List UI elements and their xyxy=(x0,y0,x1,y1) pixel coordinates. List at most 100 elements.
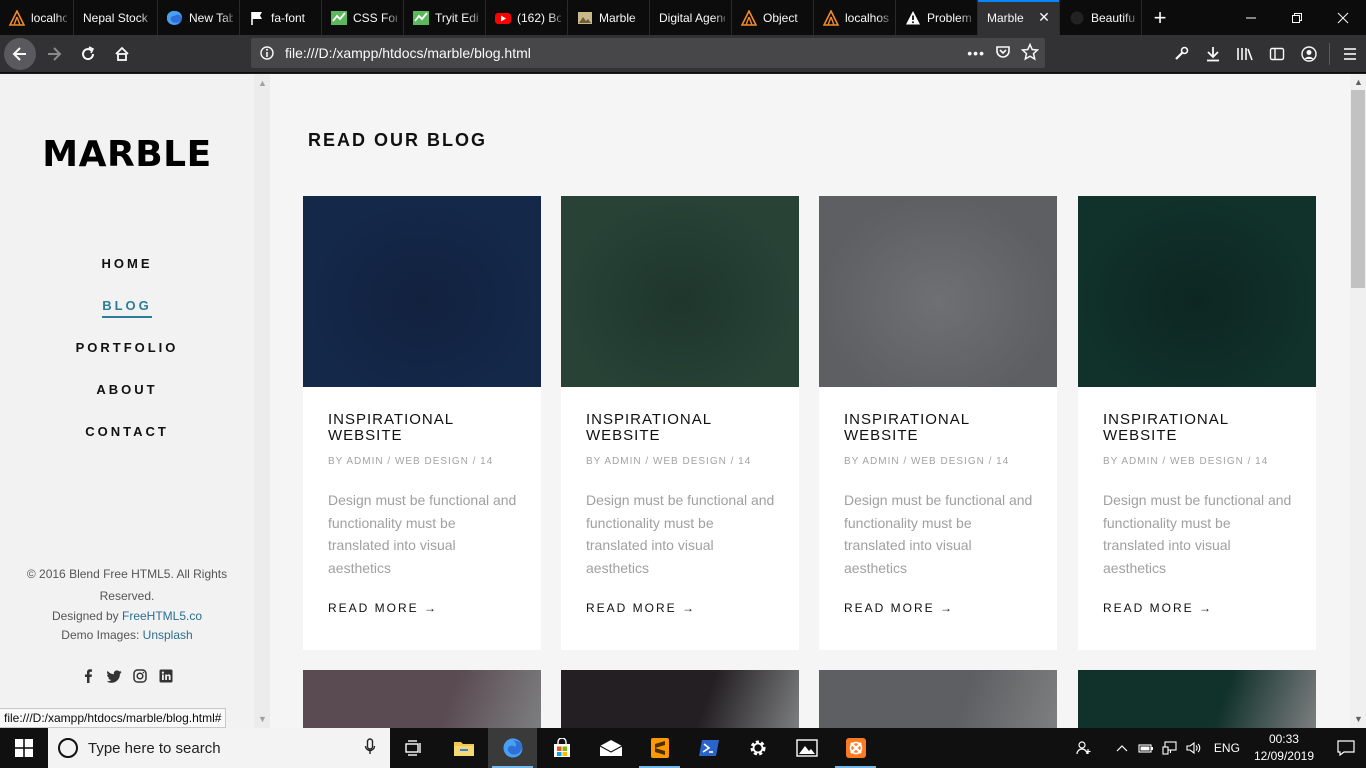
url-text[interactable]: file:///D:/xampp/htdocs/marble/blog.html xyxy=(285,45,531,61)
people-icon[interactable] xyxy=(1072,728,1096,768)
library-icon[interactable] xyxy=(1229,38,1261,70)
account-icon[interactable] xyxy=(1293,38,1325,70)
language-indicator[interactable]: ENG xyxy=(1214,741,1240,755)
microphone-icon[interactable] xyxy=(364,738,376,760)
sidebar-scrollbar[interactable]: ▲ ▼ xyxy=(254,74,270,728)
nav-home[interactable]: HOME xyxy=(0,254,254,296)
nav-about[interactable]: ABOUT xyxy=(0,380,254,422)
read-more-link[interactable]: READ MORE → xyxy=(844,601,1032,615)
browser-tab[interactable]: localhost xyxy=(0,0,74,35)
network-icon[interactable] xyxy=(1158,728,1182,768)
blog-card-image[interactable] xyxy=(561,196,799,387)
info-icon[interactable] xyxy=(253,46,281,60)
settings-gear-icon[interactable] xyxy=(733,728,782,768)
blog-card-image[interactable] xyxy=(303,670,541,728)
store-icon[interactable] xyxy=(537,728,586,768)
scroll-up-icon[interactable]: ▲ xyxy=(1354,77,1363,87)
freehtml5-link[interactable]: FreeHTML5.co xyxy=(122,609,202,623)
mail-icon[interactable] xyxy=(586,728,635,768)
blog-card-image[interactable] xyxy=(819,196,1057,387)
xampp-icon xyxy=(741,9,757,26)
sublime-text-icon[interactable] xyxy=(635,728,684,768)
hamburger-menu-icon[interactable] xyxy=(1334,38,1366,70)
url-bar[interactable]: file:///D:/xampp/htdocs/marble/blog.html… xyxy=(251,38,1045,68)
browser-tab[interactable]: Problem xyxy=(896,0,978,35)
scroll-down-icon[interactable]: ▼ xyxy=(1354,714,1363,724)
battery-icon[interactable] xyxy=(1134,728,1158,768)
close-window-icon[interactable] xyxy=(1320,0,1366,35)
blog-card xyxy=(561,670,799,728)
tab-list: localhost Nepal Stock New Tab fa-font CSS Fo… xyxy=(0,0,1142,35)
scroll-up-icon[interactable]: ▲ xyxy=(258,78,267,88)
demo-images: Demo Images: Unsplash xyxy=(61,628,193,642)
linkedin-icon[interactable] xyxy=(158,668,174,684)
browser-tab[interactable]: Marble xyxy=(568,0,650,35)
blog-card-title[interactable]: INSPIRATIONAL WEBSITE xyxy=(844,412,994,444)
browser-tab[interactable]: New Tab xyxy=(158,0,240,35)
browser-tab[interactable]: CSS Font xyxy=(322,0,404,35)
volume-icon[interactable] xyxy=(1182,728,1206,768)
home-icon[interactable] xyxy=(106,38,138,70)
task-view-icon[interactable] xyxy=(390,728,439,768)
blog-card-title[interactable]: INSPIRATIONAL WEBSITE xyxy=(1103,412,1253,444)
taskbar-search[interactable]: Type here to search xyxy=(48,728,390,768)
clock[interactable]: 00:33 12/09/2019 xyxy=(1254,731,1314,765)
browser-tab[interactable]: Marble ✕ xyxy=(978,0,1060,35)
nav-blog[interactable]: BLOG xyxy=(0,296,254,338)
blog-card-image[interactable] xyxy=(1078,196,1316,387)
unsplash-link[interactable]: Unsplash xyxy=(143,628,193,642)
browser-tab[interactable]: Beautiful xyxy=(1060,0,1142,35)
powershell-icon[interactable] xyxy=(684,728,733,768)
instagram-icon[interactable] xyxy=(132,668,148,684)
browser-tab[interactable]: (162) Bo xyxy=(486,0,568,35)
blog-card-image[interactable] xyxy=(303,196,541,387)
xampp-icon[interactable] xyxy=(831,728,880,768)
browser-tab[interactable]: Digital Agency xyxy=(650,0,732,35)
close-tab-icon[interactable]: ✕ xyxy=(1037,10,1051,24)
read-more-link[interactable]: READ MORE → xyxy=(328,601,516,615)
blog-card-title[interactable]: INSPIRATIONAL WEBSITE xyxy=(328,412,478,444)
firefox-taskbar-icon[interactable] xyxy=(488,728,537,768)
browser-tab[interactable]: localhost xyxy=(814,0,896,35)
photos-icon[interactable] xyxy=(782,728,831,768)
read-more-link[interactable]: READ MORE → xyxy=(586,601,774,615)
new-tab-button[interactable]: + xyxy=(1142,0,1178,35)
minimize-icon[interactable] xyxy=(1228,0,1274,35)
blog-card-image[interactable] xyxy=(1078,670,1316,728)
flag-icon xyxy=(249,10,265,26)
blog-card-title[interactable]: INSPIRATIONAL WEBSITE xyxy=(586,412,736,444)
blog-card-image[interactable] xyxy=(561,670,799,728)
reload-icon[interactable] xyxy=(72,38,104,70)
browser-tab[interactable]: fa-font xyxy=(240,0,322,35)
restore-icon[interactable] xyxy=(1274,0,1320,35)
bookmark-star-icon[interactable] xyxy=(1020,42,1040,64)
browser-tab[interactable]: Nepal Stock xyxy=(74,0,158,35)
facebook-icon[interactable] xyxy=(80,668,96,684)
nav-portfolio[interactable]: PORTFOLIO xyxy=(0,338,254,380)
sidebar-toggle-icon[interactable] xyxy=(1261,38,1293,70)
pocket-icon[interactable] xyxy=(995,44,1011,63)
twitter-icon[interactable] xyxy=(106,668,122,684)
browser-tab[interactable]: Object xyxy=(732,0,814,35)
wrench-icon[interactable] xyxy=(1165,38,1197,70)
site-nav: HOME BLOG PORTFOLIO ABOUT CONTACT xyxy=(0,254,254,464)
chevron-up-icon[interactable] xyxy=(1110,728,1134,768)
nav-contact[interactable]: CONTACT xyxy=(0,422,254,464)
scroll-down-icon[interactable]: ▼ xyxy=(258,714,267,724)
page-actions-icon[interactable]: ••• xyxy=(967,45,985,61)
firefox-icon xyxy=(167,10,183,26)
browser-tab[interactable]: Tryit Editor xyxy=(404,0,486,35)
windows-start-icon[interactable] xyxy=(0,728,48,768)
file-explorer-icon[interactable] xyxy=(439,728,488,768)
read-more-link[interactable]: READ MORE → xyxy=(1103,601,1291,615)
page-scrollbar[interactable]: ▲ ▼ xyxy=(1350,74,1366,728)
blog-card-excerpt: Design must be functional and functional… xyxy=(328,492,517,576)
blog-card-image[interactable] xyxy=(819,670,1057,728)
scrollbar-thumb[interactable] xyxy=(1351,90,1365,288)
back-arrow-icon[interactable] xyxy=(4,37,36,70)
notification-center-icon[interactable] xyxy=(1326,728,1366,768)
forward-arrow-icon[interactable] xyxy=(38,38,70,70)
site-logo[interactable]: MARBLE xyxy=(0,134,254,175)
download-icon[interactable] xyxy=(1197,38,1229,70)
sidebar-footer: © 2016 Blend Free HTML5. All Rights Rese… xyxy=(0,563,254,645)
